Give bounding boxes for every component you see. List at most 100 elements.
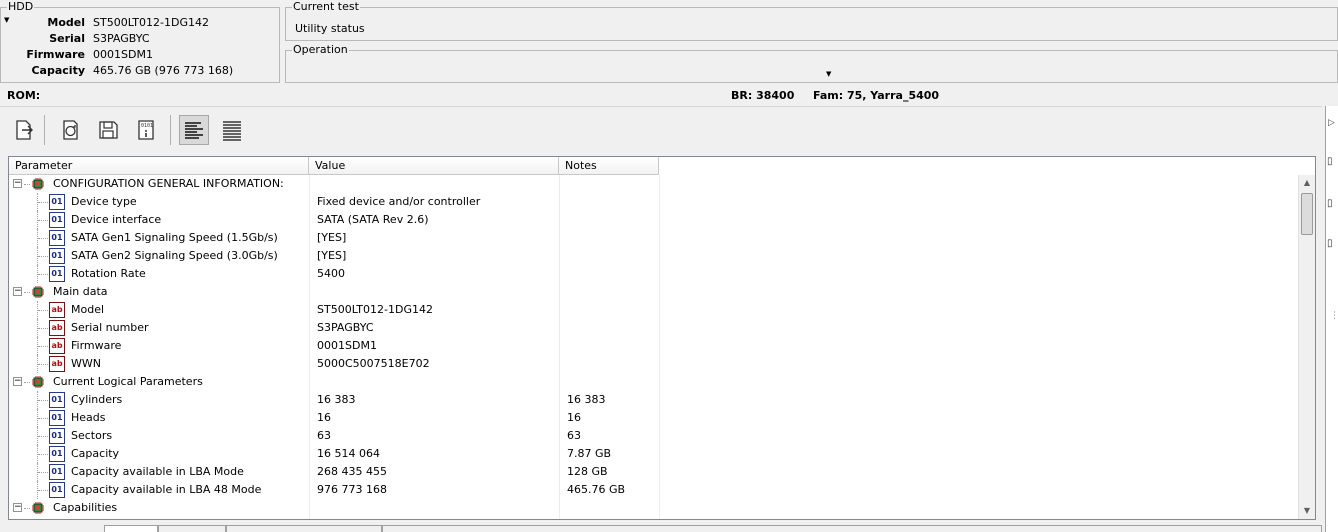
hdd-info-value: 0001SDM1 — [93, 48, 153, 61]
table-row[interactable]: 01 SATA Gen1 Signaling Speed (1.5Gb/s) [YE… — [9, 229, 1299, 247]
current-test-panel: Current test Utility status — [285, 0, 1338, 41]
tree-connector — [38, 400, 48, 401]
tree-group-row[interactable]: − CONFIGURATION GENERAL INFORMATION: — [9, 175, 1299, 193]
info-button[interactable]: 0101 — [131, 115, 161, 145]
parameter-value: ST500LT012-1DG142 — [317, 303, 433, 316]
parameter-note: 16 383 — [567, 393, 606, 406]
tree-group-row[interactable]: − Main data — [9, 283, 1299, 301]
panel-icon[interactable]: ▯ — [1327, 198, 1333, 209]
group-label: Capabilities — [53, 501, 118, 514]
vertical-scrollbar[interactable]: ▲ ▼ — [1298, 175, 1315, 519]
parameter-note: 63 — [567, 429, 581, 442]
numeric-value-icon: 01 — [49, 410, 65, 426]
table-row[interactable]: 01 Capacity available in LBA Mode 268 435 … — [9, 463, 1299, 481]
column-header-notes[interactable]: Notes — [559, 157, 659, 175]
status-bar: ROM: BR: 38400 Fam: 75, Yarra_5400 — [0, 86, 1338, 106]
tree-connector — [38, 364, 48, 365]
numeric-value-icon: 01 — [49, 194, 65, 210]
save-button[interactable] — [93, 115, 123, 145]
parameter-name: Heads — [71, 411, 106, 424]
table-row[interactable]: ab Firmware 0001SDM1 — [9, 337, 1299, 355]
bottom-tab[interactable] — [104, 525, 158, 532]
parameter-name: Sectors — [71, 429, 113, 442]
utility-status-label: Utility status — [295, 22, 365, 35]
table-row[interactable]: 01 Cylinders 16 383 16 383 — [9, 391, 1299, 409]
baud-rate-label: BR: 38400 — [731, 89, 795, 102]
table-row[interactable]: 01 Capacity available in LBA 48 Mode 976 7… — [9, 481, 1299, 499]
refresh-icon — [63, 120, 78, 140]
panel-expand-arrow-icon[interactable]: ▷ — [1328, 118, 1335, 128]
tree-connector — [24, 184, 30, 185]
bottom-tab[interactable] — [226, 525, 382, 532]
toolbar: 0101 — [0, 106, 1322, 152]
table-row[interactable]: 01 Heads 16 16 — [9, 409, 1299, 427]
collapse-toggle-icon[interactable]: − — [13, 287, 22, 296]
save-icon — [99, 121, 118, 139]
hdd-panel: HDD ▼ Model ST500LT012-1DG142 Serial S3PAGB… — [0, 0, 280, 83]
bottom-tab[interactable] — [158, 525, 226, 532]
table-row[interactable]: 01 Capacity 16 514 064 7.87 GB — [9, 445, 1299, 463]
table-row[interactable]: 01 Rotation Rate 5400 — [9, 265, 1299, 283]
table-row[interactable]: ab Serial number S3PAGBYC — [9, 319, 1299, 337]
table-row[interactable]: ab Model ST500LT012-1DG142 — [9, 301, 1299, 319]
collapse-toggle-icon[interactable]: − — [13, 377, 22, 386]
table-row[interactable]: 01 Sectors 63 63 — [9, 427, 1299, 445]
numeric-value-icon: 01 — [49, 230, 65, 246]
parameter-name: SATA Gen1 Signaling Speed (1.5Gb/s) — [71, 231, 278, 244]
panel-grip-icon[interactable]: ⋮ — [1330, 311, 1338, 321]
tree-connector — [24, 292, 30, 293]
numeric-value-icon: 01 — [49, 212, 65, 228]
panel-icon[interactable]: ▯ — [1327, 156, 1333, 167]
hdd-panel-title: HDD — [7, 0, 35, 13]
table-row[interactable]: ab WWN 5000C5007518E702 — [9, 355, 1299, 373]
bottom-tab[interactable] — [382, 525, 1322, 532]
collapse-toggle-icon[interactable]: − — [13, 179, 22, 188]
align-left-button[interactable] — [179, 115, 209, 145]
hdd-info-value: ST500LT012-1DG142 — [93, 16, 209, 29]
scroll-down-arrow-icon[interactable]: ▼ — [1299, 503, 1315, 519]
collapse-toggle-icon[interactable]: − — [13, 503, 22, 512]
refresh-button[interactable] — [55, 115, 85, 145]
parameter-value: 16 514 064 — [317, 447, 380, 460]
rom-label: ROM: — [7, 89, 41, 102]
column-header-parameter[interactable]: Parameter — [9, 157, 309, 175]
toolbar-separator — [44, 115, 45, 145]
parameter-value: [YES] — [317, 231, 347, 244]
group-label: CONFIGURATION GENERAL INFORMATION: — [53, 177, 284, 190]
operation-dropdown-arrow-icon[interactable]: ▼ — [826, 70, 831, 78]
parameter-value: 5400 — [317, 267, 345, 280]
tree-connector — [38, 454, 48, 455]
numeric-value-icon: 01 — [49, 428, 65, 444]
tree-connector — [24, 382, 30, 383]
tree-group-row[interactable]: − Capabilities — [9, 499, 1299, 517]
scrollbar-thumb[interactable] — [1301, 193, 1313, 235]
table-row[interactable]: 01 Device interface SATA (SATA Rev 2.6) — [9, 211, 1299, 229]
table-row[interactable]: 01 SATA Gen2 Signaling Speed (3.0Gb/s) [YE… — [9, 247, 1299, 265]
export-button[interactable] — [9, 115, 39, 145]
operation-panel: Operation ▼ — [285, 43, 1338, 83]
parameter-grid[interactable]: Parameter Value Notes − CONFIGURATION GEN… — [8, 156, 1316, 520]
operation-title: Operation — [292, 43, 349, 56]
parameter-name: Device type — [71, 195, 137, 208]
tree-group-row[interactable]: − Current Logical Parameters — [9, 373, 1299, 391]
text-value-icon: ab — [49, 302, 65, 318]
parameter-name: Device interface — [71, 213, 162, 226]
parameter-value: 976 773 168 — [317, 483, 387, 496]
chip-group-icon — [32, 286, 44, 298]
table-row[interactable]: 01 Device type Fixed device and/or control… — [9, 193, 1299, 211]
parameter-name: Rotation Rate — [71, 267, 146, 280]
tree-connector — [38, 202, 48, 203]
align-justify-button[interactable] — [217, 115, 247, 145]
parameter-name: WWN — [71, 357, 101, 370]
parameter-value: 16 383 — [317, 393, 356, 406]
parameter-name: Capacity available in LBA 48 Mode — [71, 483, 262, 496]
parameter-name: SATA Gen2 Signaling Speed (3.0Gb/s) — [71, 249, 278, 262]
tree-connector — [38, 418, 48, 419]
text-value-icon: ab — [49, 356, 65, 372]
parameter-value: 268 435 455 — [317, 465, 387, 478]
scroll-up-arrow-icon[interactable]: ▲ — [1299, 175, 1315, 191]
grid-header: Parameter Value Notes — [9, 157, 1315, 175]
column-header-value[interactable]: Value — [309, 157, 559, 175]
hdd-info-key: Serial — [49, 32, 85, 45]
panel-icon[interactable]: ▯ — [1327, 238, 1333, 249]
